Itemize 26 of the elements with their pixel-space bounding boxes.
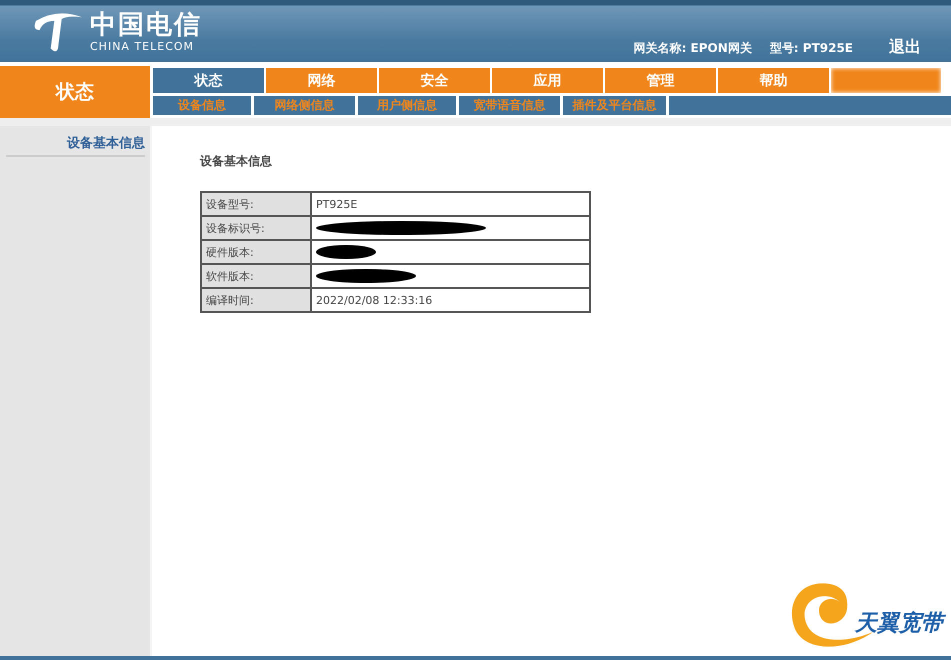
sidebar-item[interactable]: 设备基本信息 — [6, 134, 145, 157]
nav-tab[interactable]: 安全 — [379, 68, 490, 93]
table-cell: 2022/02/08 12:33:16 — [311, 288, 590, 312]
sub-tab[interactable]: 网络侧信息 — [254, 96, 355, 115]
content-title: 设备基本信息 — [200, 153, 273, 170]
model-label: 型号: PT925E — [770, 40, 853, 57]
sub-tab[interactable]: 宽带语音信息 — [459, 96, 560, 115]
table-cell: 编译时间: — [201, 288, 311, 312]
sub-tab[interactable]: 用户侧信息 — [358, 96, 456, 115]
nav-tab[interactable]: 帮助 — [718, 68, 829, 93]
section-title: 状态 — [0, 66, 150, 118]
logo-subtitle: CHINA TELECOM — [90, 40, 196, 52]
table-cell: PT925E — [311, 192, 590, 216]
nav-tab[interactable]: 状态 — [153, 68, 264, 93]
nav-tab[interactable]: 网络 — [266, 68, 377, 93]
nav-tab[interactable]: 管理 — [605, 68, 716, 93]
logout-link[interactable]: 退出 — [889, 37, 921, 58]
table-cell: 设备标识号: — [201, 216, 311, 240]
table-cell: 硬件版本: — [201, 240, 311, 264]
nav-tab[interactable]: 应用 — [492, 68, 603, 93]
logo-text: 中国电信 — [90, 10, 202, 40]
sub-tab[interactable]: 设备信息 — [153, 96, 251, 115]
table-cell: 软件版本: — [201, 264, 311, 288]
gateway-name: 网关名称: EPON网关 — [634, 40, 752, 57]
sub-tab[interactable]: 插件及平台信息 — [563, 96, 666, 115]
table-cell: 设备型号: — [201, 192, 311, 216]
